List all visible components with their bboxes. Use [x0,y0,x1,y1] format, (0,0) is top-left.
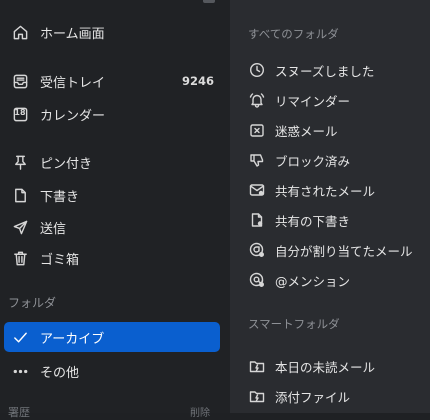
folder-item-label: 本日の未読メール [275,359,376,375]
sidebar-item-label: 受信トレイ [40,75,106,91]
sidebar-item-drafts[interactable]: 下書き [8,180,79,210]
pin-icon [11,153,29,171]
thumbs-down-icon [248,151,266,169]
inbox-count-badge: 9246 [182,74,215,88]
home-icon [11,23,29,41]
smart-folders-header: スマートフォルダ [248,317,340,331]
shared-mail-icon [248,181,266,199]
assigned-icon [248,241,266,259]
sidebar-item-label: カレンダー [40,108,106,124]
folder-item-label: @メンション [275,273,351,289]
inbox-icon [11,72,29,90]
sidebar-item-more[interactable]: その他 [8,356,79,386]
folder-item-label: ブロック済み [275,153,351,169]
sidebar-item-home[interactable]: ホーム画面 [8,17,105,47]
folder-item-snoozed[interactable]: スヌーズしました [248,58,374,82]
bottom-section-header: 署歴 [8,406,30,419]
folder-item-label: 共有の下書き [275,213,351,229]
folder-item-label: スヌーズしました [275,63,375,79]
sidebar-item-archive[interactable]: アーカイブ [8,322,104,352]
sidebar-item-label: ゴミ箱 [40,252,80,268]
smart-folder-icon [248,357,266,375]
sidebar-item-trash[interactable]: ゴミ箱 [8,243,79,273]
sidebar-item-label: その他 [40,365,80,381]
check-icon [11,328,29,346]
trash-icon [11,249,29,267]
calendar-icon-date: 18 [14,108,26,117]
sidebar-item-inbox[interactable]: 受信トレイ [8,66,105,96]
draft-icon [11,186,29,204]
folders-section-header: フォルダ [8,296,57,310]
folder-item-spam[interactable]: 迷惑メール [248,118,338,142]
shared-draft-icon [248,211,266,229]
sidebar-item-label: 下書き [40,189,80,205]
bell-icon [248,91,266,109]
app-window: ホーム画面 受信トレイ 9246 カレンダー 18 ピン付き 下書き 送信 ゴミ… [0,0,430,419]
sidebar-item-label: ホーム画面 [40,26,105,42]
folder-item-assigned[interactable]: 自分が割り当てたメール [248,238,413,262]
folder-item-mentions[interactable]: @メンション [248,268,350,292]
smart-folder-attachments[interactable]: 添付ファイル [248,384,350,408]
folder-item-label: 添付ファイル [275,389,351,405]
folder-item-label: 自分が割り当てたメール [275,243,413,259]
sidebar-item-label: アーカイブ [40,331,105,347]
all-folders-header: すべてのフォルダ [248,27,339,41]
folder-item-shared-mail[interactable]: 共有されたメール [248,178,375,202]
smart-folder-unread-today[interactable]: 本日の未読メール [248,354,375,378]
sidebar-item-sent[interactable]: 送信 [8,212,66,242]
sidebar-item-pinned[interactable]: ピン付き [8,147,92,177]
sidebar-item-label: 送信 [40,221,67,237]
spam-icon [248,121,266,139]
send-icon [11,218,29,236]
mention-icon [248,271,266,289]
more-icon [11,362,29,380]
folder-item-shared-drafts[interactable]: 共有の下書き [248,208,350,232]
sidebar-handle[interactable] [203,0,215,3]
folder-item-blocked[interactable]: ブロック済み [248,148,350,172]
folder-item-reminder[interactable]: リマインダー [248,88,350,112]
delete-link[interactable]: 削除 [190,404,210,419]
attachment-folder-icon [248,387,266,405]
clock-icon [248,61,266,79]
sidebar: ホーム画面 受信トレイ 9246 カレンダー 18 ピン付き 下書き 送信 ゴミ… [0,0,230,419]
folder-item-label: 迷惑メール [275,123,338,139]
folder-item-label: 共有されたメール [275,183,376,199]
sidebar-item-label: ピン付き [40,156,93,172]
folder-item-label: リマインダー [275,93,351,109]
